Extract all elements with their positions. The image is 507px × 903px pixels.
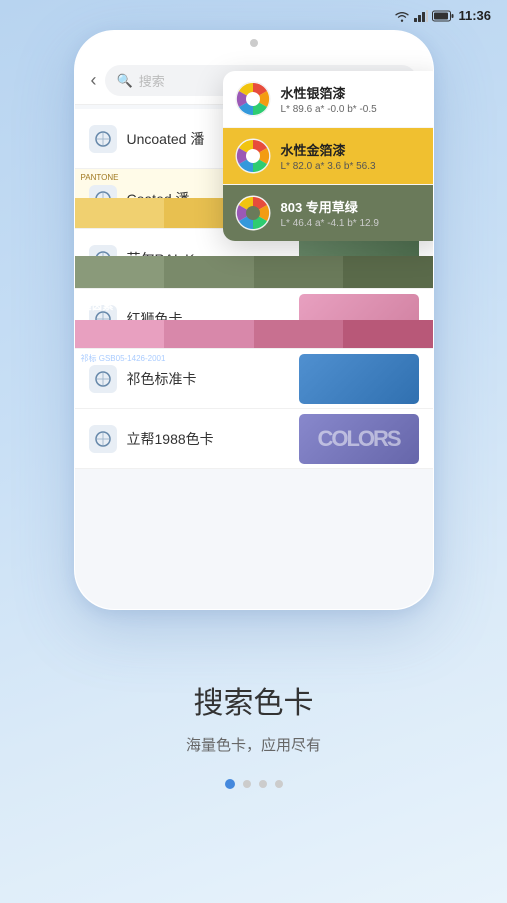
card-label: 立帮1988色卡 xyxy=(127,429,299,449)
status-icons: 11:36 xyxy=(394,8,491,23)
dot-indicators xyxy=(225,779,283,789)
list-item[interactable]: 立帮1988色卡 COLORS xyxy=(75,409,433,469)
list-item[interactable]: 红狮色卡 莛茵素 xyxy=(75,289,433,349)
card-label: Uncoated 潘 xyxy=(127,129,299,149)
bottom-title: 搜索色卡 xyxy=(194,678,314,722)
battery-icon xyxy=(432,10,454,22)
card-list: Uncoated 潘 PANTONE Coated 潘 xyxy=(75,105,433,473)
bottom-subtitle: 海量色卡，应用尽有 xyxy=(186,734,321,755)
camera-dot xyxy=(250,39,258,47)
card-thumbnail: PANTONE xyxy=(299,174,419,224)
dot-1[interactable] xyxy=(225,779,235,789)
card-thumbnail: 莛茵素 xyxy=(299,294,419,344)
search-placeholder: 搜索 xyxy=(139,71,165,90)
dot-3[interactable] xyxy=(259,780,267,788)
back-button[interactable]: ‹ xyxy=(91,70,97,91)
phone-topbar: ‹ 🔍 搜索 xyxy=(75,51,433,105)
card-thumbnail xyxy=(299,234,419,284)
list-item[interactable]: Uncoated 潘 PANTONE xyxy=(75,109,433,169)
card-thumbnail: COLORS xyxy=(299,414,419,464)
card-thumbnail: PANTONE xyxy=(299,114,419,164)
search-icon: 🔍 xyxy=(117,73,133,89)
signal-icon xyxy=(414,10,428,22)
list-item[interactable]: 祁色标准卡 祁标 GSB05-1426-2001 漆膜颜色标准样卡 xyxy=(75,349,433,409)
card-icon xyxy=(89,425,117,453)
card-icon xyxy=(89,125,117,153)
bottom-section: 搜索色卡 海量色卡，应用尽有 xyxy=(0,603,507,903)
list-item[interactable]: 劳尔RAL K xyxy=(75,229,433,289)
phone-mockup: ‹ 🔍 搜索 Uncoated 潘 PANTONE xyxy=(74,30,434,610)
phone-notch xyxy=(75,31,433,51)
list-item[interactable]: Coated 潘 PANTONE xyxy=(75,169,433,229)
card-label: 祁色标准卡 xyxy=(127,369,299,389)
card-thumbnail: 祁标 GSB05-1426-2001 漆膜颜色标准样卡 xyxy=(299,354,419,404)
wifi-icon xyxy=(394,10,410,22)
dot-4[interactable] xyxy=(275,780,283,788)
status-time: 11:36 xyxy=(458,8,491,23)
status-bar: 11:36 xyxy=(0,0,507,27)
dot-2[interactable] xyxy=(243,780,251,788)
phone-inner: ‹ 🔍 搜索 Uncoated 潘 PANTONE xyxy=(75,31,433,609)
search-bar[interactable]: 🔍 搜索 xyxy=(105,65,417,96)
